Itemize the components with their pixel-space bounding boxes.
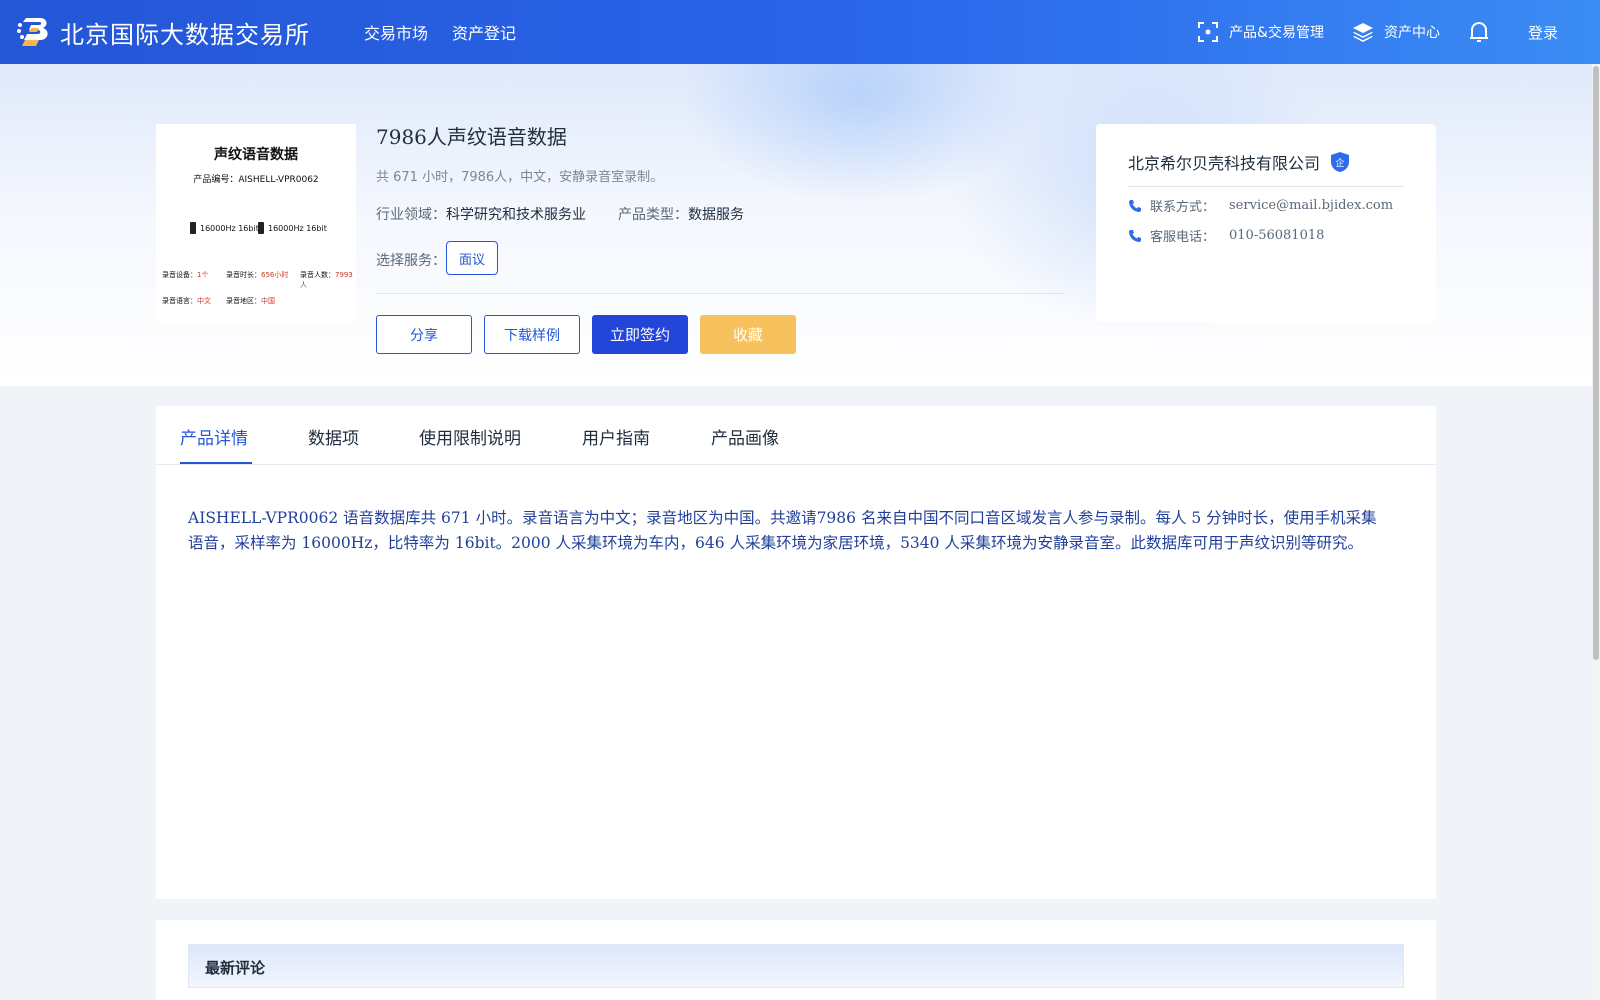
bidex-logo-icon[interactable] xyxy=(16,14,52,50)
thumbnail-spec-2: 16000Hz 16bit xyxy=(258,222,327,234)
nav-asset-registration[interactable]: 资产登记 xyxy=(452,20,516,44)
thumbnail-value: 656小时 xyxy=(261,271,289,279)
phone-row: 客服电话： 010-56081018 xyxy=(1128,226,1324,245)
contact-label: 联系方式： xyxy=(1150,200,1216,215)
tab-bar: 产品详情 数据项 使用限制说明 用户指南 产品画像 xyxy=(156,406,1436,465)
product-type-value: 数据服务 xyxy=(688,207,744,223)
thumbnail-spec-2-text: 16000Hz 16bit xyxy=(268,223,327,233)
product-detail-panel: 产品详情 数据项 使用限制说明 用户指南 产品画像 AISHELL-VPR006… xyxy=(156,406,1436,899)
comments-title: 最新评论 xyxy=(205,959,266,977)
thumbnail-label: 录音人数： xyxy=(300,271,335,279)
badge-text: 企 xyxy=(1336,157,1345,169)
page-scrollbar-thumb[interactable] xyxy=(1593,66,1599,660)
thumbnail-value: 中国 xyxy=(261,297,275,305)
thumbnail-spec-1: 16000Hz 16bit xyxy=(190,222,259,234)
thumbnail-spec-1-text: 16000Hz 16bit xyxy=(200,223,259,233)
asset-center-link[interactable]: 资产中心 xyxy=(1352,21,1440,43)
company-name[interactable]: 北京希尔贝壳科技有限公司 xyxy=(1128,150,1320,174)
thumbnail-duration: 录音时长：656小时 xyxy=(226,270,288,280)
tab-user-guide[interactable]: 用户指南 xyxy=(582,424,650,449)
product-management-link[interactable]: 产品&交易管理 xyxy=(1197,21,1324,43)
service-label: 选择服务： xyxy=(376,253,446,269)
notifications-button[interactable] xyxy=(1468,20,1500,44)
active-tab-indicator xyxy=(180,462,252,464)
phone-icon xyxy=(1129,199,1141,212)
login-link[interactable]: 登录 xyxy=(1528,22,1558,43)
favorite-button[interactable]: 收藏 xyxy=(700,315,796,354)
contact-row: 联系方式： service@mail.bjidex.com xyxy=(1128,196,1393,215)
tab-product-profile[interactable]: 产品画像 xyxy=(711,424,779,449)
tab-data-items[interactable]: 数据项 xyxy=(308,424,359,449)
thumbnail-title: 声纹语音数据 xyxy=(214,147,298,163)
phone-device-icon xyxy=(190,222,196,234)
sign-now-button[interactable]: 立即签约 xyxy=(592,315,688,354)
thumbnail-code: 产品编号：AISHELL-VPR0062 xyxy=(193,175,319,185)
thumbnail-label: 录音地区： xyxy=(226,297,261,305)
product-title: 7986人声纹语音数据 xyxy=(376,125,567,149)
top-bar: 北京国际大数据交易所 交易市场 资产登记 产品&交易管理 资产中心 登录 xyxy=(0,0,1600,64)
thumbnail-language: 录音语言：中文 xyxy=(162,296,211,306)
comments-header: 最新评论 xyxy=(188,944,1404,988)
layers-icon xyxy=(1352,23,1373,42)
product-thumbnail: 声纹语音数据 产品编号：AISHELL-VPR0062 16000Hz 16bi… xyxy=(156,124,356,322)
company-name-row: 北京希尔贝壳科技有限公司 企 xyxy=(1128,150,1350,174)
company-divider xyxy=(1128,186,1404,187)
phone-device-icon xyxy=(258,222,264,234)
bell-icon xyxy=(1469,22,1488,42)
thumbnail-label: 录音语言： xyxy=(162,297,197,305)
thumbnail-value: 1个 xyxy=(197,271,209,279)
product-detail-text: AISHELL-VPR0062 语音数据库共 671 小时。录音语言为中文；录音… xyxy=(188,509,1377,552)
scan-frame-icon xyxy=(1198,22,1219,42)
thumbnail-region: 录音地区：中国 xyxy=(226,296,275,306)
enterprise-verified-badge-icon: 企 xyxy=(1331,152,1350,172)
product-management-label: 产品&交易管理 xyxy=(1229,25,1324,41)
service-option-negotiable[interactable]: 面议 xyxy=(446,241,498,275)
contact-email[interactable]: service@mail.bjidex.com xyxy=(1229,198,1393,213)
share-button[interactable]: 分享 xyxy=(376,315,472,354)
product-type-label: 产品类型： xyxy=(618,207,688,223)
comments-section: 最新评论 xyxy=(156,920,1436,1000)
tab-usage-restrictions[interactable]: 使用限制说明 xyxy=(419,424,521,449)
asset-center-label: 资产中心 xyxy=(1383,25,1440,41)
divider xyxy=(376,293,1064,294)
brand-name[interactable]: 北京国际大数据交易所 xyxy=(60,15,310,50)
thumbnail-label: 录音设备： xyxy=(162,271,197,279)
thumbnail-speakers: 录音人数：7993人 xyxy=(300,270,356,290)
industry-label: 行业领域： xyxy=(376,207,446,223)
product-description: 共 671 小时，7986人，中文，安静录音室录制。 xyxy=(376,170,664,185)
phone-number: 010-56081018 xyxy=(1229,228,1325,243)
download-sample-button[interactable]: 下载样例 xyxy=(484,315,580,354)
thumbnail-value: 中文 xyxy=(197,297,211,305)
thumbnail-label: 录音时长： xyxy=(226,271,261,279)
tab-product-details[interactable]: 产品详情 xyxy=(180,424,248,449)
company-card: 北京希尔贝壳科技有限公司 企 联系方式： service@mail.bjidex… xyxy=(1096,124,1436,322)
header-right: 产品&交易管理 资产中心 登录 xyxy=(1197,0,1600,64)
phone-label: 客服电话： xyxy=(1150,230,1216,245)
industry-value: 科学研究和技术服务业 xyxy=(446,207,586,223)
product-meta: 行业领域：科学研究和技术服务业 产品类型：数据服务 xyxy=(376,204,744,224)
thumbnail-device: 录音设备：1个 xyxy=(162,270,208,280)
main-nav: 交易市场 资产登记 xyxy=(364,20,516,44)
nav-trading-market[interactable]: 交易市场 xyxy=(364,20,428,44)
phone-icon xyxy=(1129,229,1141,242)
